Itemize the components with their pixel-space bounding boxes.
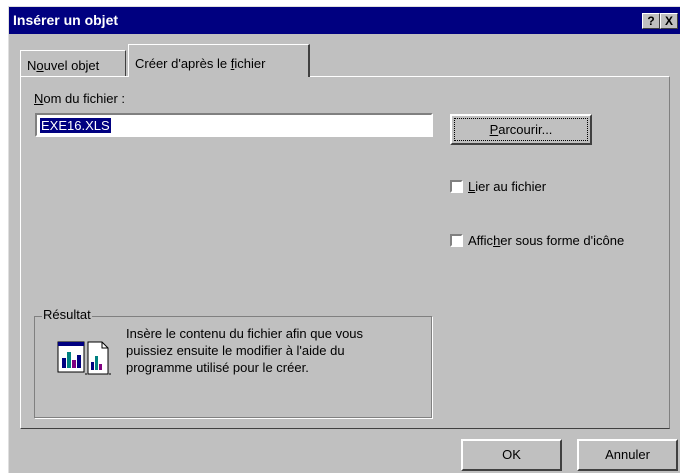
cancel-button[interactable]: Annuler: [577, 439, 678, 471]
tab-create-from-file[interactable]: Créer d'après le fichier: [128, 44, 310, 77]
tab-label-pre: N: [27, 58, 37, 73]
help-button[interactable]: ?: [642, 13, 660, 29]
tab-label-post: ichier: [234, 56, 266, 71]
result-line: Insère le contenu du fichier afin que vo…: [126, 326, 364, 341]
ok-button[interactable]: OK: [461, 439, 562, 471]
focus-rectangle: [454, 118, 588, 141]
close-button[interactable]: X: [660, 13, 678, 29]
result-line: puissiez ensuite le modifier à l'aide du: [126, 343, 345, 358]
result-legend: Résultat: [42, 307, 92, 322]
file-name-value: EXE16.XLS: [40, 118, 111, 133]
tab-label-pre: Créer d'après le: [135, 56, 231, 71]
file-name-label: Nom du fichier :: [34, 91, 125, 106]
result-description: Insère le contenu du fichier afin que vo…: [126, 325, 416, 376]
tab-label-post: uvel objet: [43, 58, 100, 73]
browse-button[interactable]: Parcourir...: [450, 114, 592, 145]
link-to-file-option[interactable]: Lier au fichier: [450, 179, 546, 194]
display-as-icon-label: Afficher sous forme d'icône: [468, 233, 625, 248]
file-name-input[interactable]: EXE16.XLS: [35, 113, 433, 137]
link-to-file-label: Lier au fichier: [468, 179, 547, 194]
tab-new-object[interactable]: Nouvel objet: [20, 50, 126, 76]
display-as-icon-checkbox[interactable]: [450, 234, 463, 247]
display-as-icon-option[interactable]: Afficher sous forme d'icône: [450, 233, 624, 248]
excel-document-icon: [56, 340, 112, 376]
link-to-file-checkbox[interactable]: [450, 180, 463, 193]
tab-label-mnemonic: o: [36, 58, 44, 73]
file-label-mnemonic: N: [34, 91, 44, 106]
dialog-title: Insérer un objet: [13, 12, 119, 28]
title-bar[interactable]: Insérer un objet ? X: [9, 7, 680, 34]
file-label-text: om du fichier :: [43, 91, 126, 106]
result-line: programme utilisé pour le créer.: [126, 360, 309, 375]
